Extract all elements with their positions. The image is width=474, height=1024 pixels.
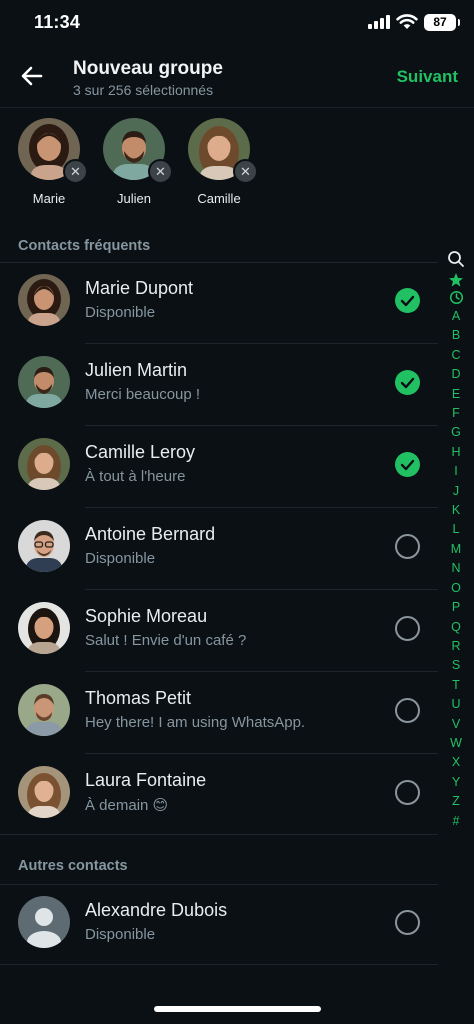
- status-time: 11:34: [34, 12, 81, 32]
- contact-status: Disponible: [85, 304, 156, 321]
- selected-contact[interactable]: ✕ Julien: [94, 118, 174, 206]
- home-indicator: [154, 1006, 321, 1012]
- contact-name: Camille Leroy: [85, 442, 196, 462]
- selected-contact[interactable]: ✕ Camille: [179, 118, 259, 206]
- contact-row[interactable]: Alexandre Dubois Disponible: [0, 884, 438, 966]
- index-letter[interactable]: K: [444, 501, 468, 520]
- divider: [0, 964, 438, 965]
- avatar: [18, 684, 70, 736]
- contact-status: Salut ! Envie d'un café ?: [85, 632, 247, 649]
- remove-selection-icon[interactable]: ✕: [233, 159, 258, 184]
- index-letter[interactable]: M: [444, 540, 468, 559]
- contact-row[interactable]: Sophie Moreau Salut ! Envie d'un café ?: [0, 590, 438, 672]
- contact-row[interactable]: Julien Martin Merci beaucoup !: [0, 344, 438, 426]
- index-letter[interactable]: O: [444, 579, 468, 598]
- star-icon[interactable]: [448, 272, 464, 288]
- index-letter[interactable]: Q: [444, 618, 468, 637]
- alphabet-index[interactable]: A B C D E F G H I J K L M N O P Q R S T U V W X Y Z #: [444, 248, 468, 831]
- contact-row[interactable]: Laura Fontaine À demain 😊: [0, 754, 438, 836]
- index-letter[interactable]: #: [444, 812, 468, 831]
- index-letter[interactable]: I: [444, 462, 468, 481]
- contact-status: Disponible: [85, 926, 156, 943]
- section-title-others: Autres contacts: [18, 858, 128, 874]
- index-letter[interactable]: F: [444, 404, 468, 423]
- selection-count: 3 sur 256 sélectionnés: [73, 82, 214, 98]
- back-arrow-icon[interactable]: [18, 62, 46, 90]
- default-avatar-icon: [18, 896, 70, 948]
- selected-contact[interactable]: ✕ Marie: [9, 118, 89, 206]
- index-letter[interactable]: C: [444, 346, 468, 365]
- contact-row[interactable]: Antoine Bernard Disponible: [0, 508, 438, 590]
- contact-row[interactable]: Marie Dupont Disponible: [0, 262, 438, 344]
- contact-name: Julien Martin: [85, 360, 188, 380]
- selected-contacts-strip: ✕ Marie ✕ Julien ✕ Camille: [0, 108, 474, 216]
- index-letter[interactable]: X: [444, 753, 468, 772]
- unchecked-circle-icon[interactable]: [395, 910, 420, 935]
- index-letters[interactable]: A B C D E F G H I J K L M N O P Q R S T U V W X Y Z #: [444, 307, 468, 831]
- index-letter[interactable]: T: [444, 676, 468, 695]
- unchecked-circle-icon[interactable]: [395, 698, 420, 723]
- index-letter[interactable]: V: [444, 715, 468, 734]
- avatar: [18, 602, 70, 654]
- index-letter[interactable]: E: [444, 385, 468, 404]
- index-letter[interactable]: W: [444, 734, 468, 753]
- index-letter[interactable]: L: [444, 520, 468, 539]
- page-title: Nouveau groupe: [73, 58, 223, 79]
- unchecked-circle-icon[interactable]: [395, 780, 420, 805]
- contact-row[interactable]: Thomas Petit Hey there! I am using Whats…: [0, 672, 438, 754]
- index-letter[interactable]: R: [444, 637, 468, 656]
- status-bar: 11:34 87: [0, 0, 474, 46]
- index-letter[interactable]: A: [444, 307, 468, 326]
- remove-selection-icon[interactable]: ✕: [63, 159, 88, 184]
- index-letter[interactable]: U: [444, 695, 468, 714]
- recent-clock-icon[interactable]: [449, 290, 464, 305]
- battery-indicator: 87: [424, 14, 460, 31]
- contact-name: Laura Fontaine: [85, 770, 207, 790]
- contact-status: À tout à l'heure: [85, 468, 186, 485]
- index-letter[interactable]: H: [444, 443, 468, 462]
- next-button[interactable]: Suivant: [397, 67, 458, 87]
- contact-status: À demain 😊: [85, 797, 169, 814]
- section-title-frequent: Contacts fréquents: [18, 238, 151, 254]
- index-letter[interactable]: B: [444, 326, 468, 345]
- contact-status: Merci beaucoup !: [85, 386, 201, 403]
- contact-name: Antoine Bernard: [85, 524, 216, 544]
- divider: [0, 834, 438, 835]
- checkmark-icon[interactable]: [395, 370, 420, 395]
- signal-icon: [368, 15, 390, 29]
- index-letter[interactable]: G: [444, 423, 468, 442]
- contact-name: Marie Dupont: [85, 278, 194, 298]
- contact-name: Sophie Moreau: [85, 606, 208, 626]
- index-letter[interactable]: J: [444, 482, 468, 501]
- unchecked-circle-icon[interactable]: [395, 616, 420, 641]
- selected-contact-name: Camille: [197, 191, 241, 206]
- contact-status: Disponible: [85, 550, 156, 567]
- header: Nouveau groupe 3 sur 256 sélectionnés Su…: [0, 46, 474, 108]
- index-letter[interactable]: D: [444, 365, 468, 384]
- index-letter[interactable]: P: [444, 598, 468, 617]
- avatar: [18, 356, 70, 408]
- unchecked-circle-icon[interactable]: [395, 534, 420, 559]
- contact-row[interactable]: Camille Leroy À tout à l'heure: [0, 426, 438, 508]
- contact-status: Hey there! I am using WhatsApp.: [85, 714, 306, 731]
- index-letter[interactable]: Z: [444, 792, 468, 811]
- index-letter[interactable]: S: [444, 656, 468, 675]
- index-letter[interactable]: N: [444, 559, 468, 578]
- checkmark-icon[interactable]: [395, 288, 420, 313]
- wifi-icon: [396, 14, 418, 29]
- search-icon[interactable]: [447, 248, 465, 270]
- index-letter[interactable]: Y: [444, 773, 468, 792]
- checkmark-icon[interactable]: [395, 452, 420, 477]
- selected-contact-name: Julien: [117, 191, 151, 206]
- contact-name: Thomas Petit: [85, 688, 192, 708]
- avatar: [18, 766, 70, 818]
- remove-selection-icon[interactable]: ✕: [148, 159, 173, 184]
- selected-contact-name: Marie: [32, 191, 66, 206]
- avatar: [18, 520, 70, 572]
- contact-name: Alexandre Dubois: [85, 900, 228, 920]
- avatar: [18, 274, 70, 326]
- avatar: [18, 438, 70, 490]
